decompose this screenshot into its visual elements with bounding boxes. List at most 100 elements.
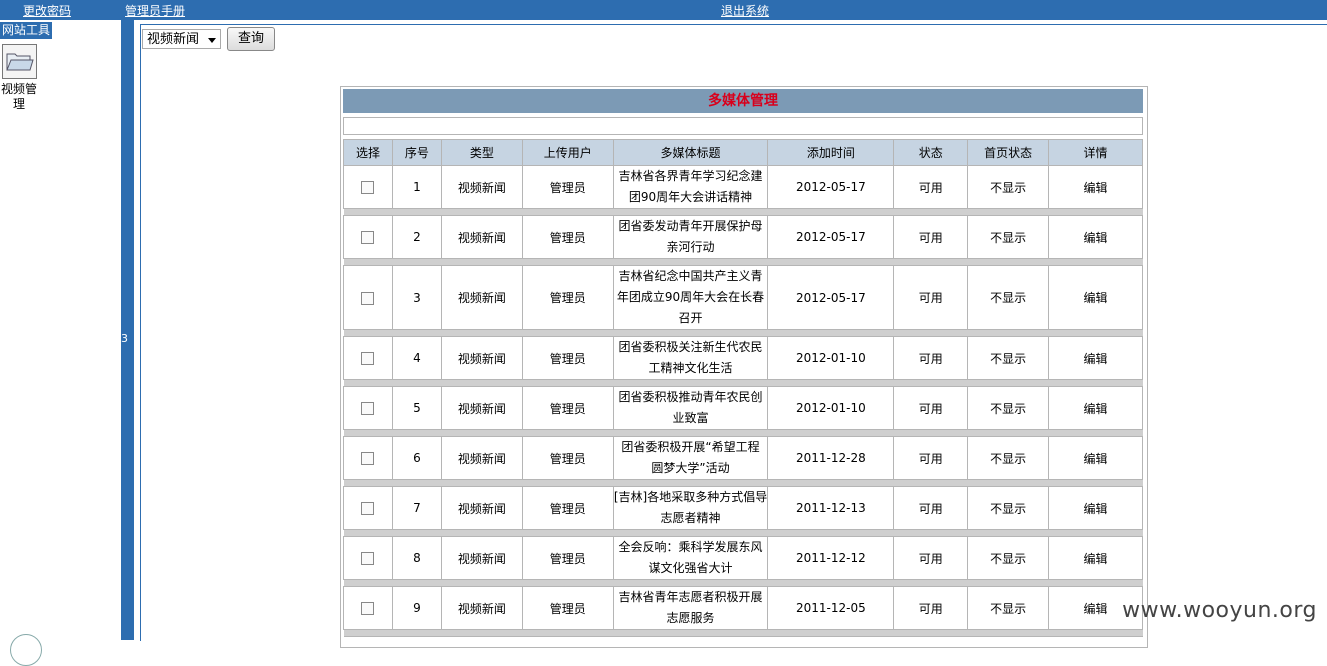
row-checkbox[interactable] xyxy=(361,502,375,515)
row-separator-cell xyxy=(343,479,1143,487)
row-separator xyxy=(343,529,1143,537)
row-title-line: 亲河行动 xyxy=(666,240,715,254)
row-type: 视频新闻 xyxy=(440,536,523,580)
row-title-line: 业致富 xyxy=(672,411,709,425)
row-title-line: 团90周年大会讲话精神 xyxy=(628,190,753,204)
row-home-status: 不显示 xyxy=(967,165,1050,209)
row-uploader: 管理员 xyxy=(521,165,614,209)
row-edit-link[interactable]: 编辑 xyxy=(1048,215,1143,259)
row-uploader: 管理员 xyxy=(521,265,614,330)
row-home-status: 不显示 xyxy=(967,215,1050,259)
row-date: 2011-12-05 xyxy=(767,586,895,630)
row-checkbox[interactable] xyxy=(361,552,375,565)
row-status: 可用 xyxy=(893,215,969,259)
video-manage-label[interactable]: 视频管理 xyxy=(0,82,38,112)
table-row: 5 视频新闻 管理员 团省委积极推动青年农民创 业致富 2012-01-10 可用 不显示 编辑 xyxy=(343,386,1143,430)
row-title-line: 团省委积极关注新生代农民 xyxy=(618,340,763,354)
row-edit-link[interactable]: 编辑 xyxy=(1048,386,1143,430)
row-separator-cell xyxy=(343,379,1143,387)
row-edit-link[interactable]: 编辑 xyxy=(1048,486,1143,530)
category-select[interactable]: 视频新闻 xyxy=(142,29,221,49)
panel-blank-row xyxy=(343,117,1143,135)
row-number: 4 xyxy=(391,336,442,380)
row-number: 9 xyxy=(391,586,442,630)
header-number: 序号 xyxy=(391,139,442,166)
row-title: 全会反响：乘科学发展东风 谋文化强省大计 xyxy=(612,536,769,580)
row-number: 6 xyxy=(391,436,442,480)
multimedia-table: 选择 序号 类型 上传用户 多媒体标题 添加时间 状态 首页状态 详情 1 视频新… xyxy=(343,139,1143,637)
row-uploader: 管理员 xyxy=(521,336,614,380)
table-row: 7 视频新闻 管理员 [吉林]各地采取多种方式倡导 志愿者精神 2011-12-13 可用不… xyxy=(343,486,1143,530)
folder-icon[interactable] xyxy=(2,44,37,79)
row-select-cell xyxy=(343,586,393,630)
row-type: 视频新闻 xyxy=(440,486,523,530)
header-uploader: 上传用户 xyxy=(521,139,614,166)
row-status: 可用 xyxy=(893,336,969,380)
row-status: 可用 xyxy=(893,386,969,430)
row-status: 可用 xyxy=(893,536,969,580)
frame-divider[interactable]: 3 xyxy=(121,20,134,640)
row-edit-link[interactable]: 编辑 xyxy=(1048,536,1143,580)
row-number: 5 xyxy=(391,386,442,430)
row-select-cell xyxy=(343,536,393,580)
row-edit-link[interactable]: 编辑 xyxy=(1048,265,1143,330)
divider-label: 3 xyxy=(121,332,128,345)
row-separator xyxy=(343,579,1143,587)
table-row: 1 视频新闻 管理员 吉林省各界青年学习纪念建 团90周年大会讲话精神 2012-05-1… xyxy=(343,165,1143,209)
row-uploader: 管理员 xyxy=(521,215,614,259)
admin-manual-link[interactable]: 管理员手册 xyxy=(125,4,185,18)
row-status: 可用 xyxy=(893,265,969,330)
row-home-status: 不显示 xyxy=(967,486,1050,530)
row-checkbox[interactable] xyxy=(361,452,375,465)
row-checkbox[interactable] xyxy=(361,231,375,244)
row-select-cell xyxy=(343,265,393,330)
row-separator-cell xyxy=(343,208,1143,216)
row-edit-link[interactable]: 编辑 xyxy=(1048,336,1143,380)
header-date: 添加时间 xyxy=(767,139,895,166)
top-nav-bar: 更改密码 管理员手册 退出系统 xyxy=(0,0,1327,20)
panel-title: 多媒体管理 xyxy=(343,89,1143,113)
row-uploader: 管理员 xyxy=(521,386,614,430)
row-type: 视频新闻 xyxy=(440,215,523,259)
row-edit-link[interactable]: 编辑 xyxy=(1048,436,1143,480)
header-type: 类型 xyxy=(440,139,523,166)
row-edit-link[interactable]: 编辑 xyxy=(1048,165,1143,209)
row-home-status: 不显示 xyxy=(967,386,1050,430)
row-checkbox[interactable] xyxy=(361,291,375,305)
row-title: 吉林省纪念中国共产主义青 年团成立90周年大会在长春 召开 xyxy=(612,265,769,330)
chevron-down-icon xyxy=(208,38,216,43)
row-separator xyxy=(343,329,1143,337)
row-separator xyxy=(343,208,1143,216)
row-title: 团省委积极开展“希望工程 圆梦大学”活动 xyxy=(612,436,769,480)
row-checkbox[interactable] xyxy=(361,602,375,615)
circle-icon xyxy=(10,634,42,666)
row-separator-cell xyxy=(343,579,1143,587)
header-home-status: 首页状态 xyxy=(967,139,1050,166)
row-date: 2011-12-12 xyxy=(767,536,895,580)
row-title: 吉林省各界青年学习纪念建 团90周年大会讲话精神 xyxy=(612,165,769,209)
row-date: 2011-12-13 xyxy=(767,486,895,530)
row-title-line: 工精神文化生活 xyxy=(648,361,733,375)
change-password-link[interactable]: 更改密码 xyxy=(23,4,71,18)
row-date: 2012-05-17 xyxy=(767,215,895,259)
row-type: 视频新闻 xyxy=(440,265,523,330)
row-title: 团省委积极关注新生代农民 工精神文化生活 xyxy=(612,336,769,380)
logout-link[interactable]: 退出系统 xyxy=(721,4,769,18)
row-type: 视频新闻 xyxy=(440,436,523,480)
row-checkbox[interactable] xyxy=(361,181,375,194)
row-date: 2012-01-10 xyxy=(767,336,895,380)
row-title: 吉林省青年志愿者积极开展 志愿服务 xyxy=(612,586,769,630)
row-separator xyxy=(343,429,1143,437)
row-title-line: 吉林省各界青年学习纪念建 xyxy=(618,169,763,183)
row-separator-cell xyxy=(343,429,1143,437)
table-header-row: 选择 序号 类型 上传用户 多媒体标题 添加时间 状态 首页状态 详情 xyxy=(343,139,1143,166)
row-separator-cell xyxy=(343,529,1143,537)
row-type: 视频新闻 xyxy=(440,386,523,430)
row-number: 3 xyxy=(391,265,442,330)
row-checkbox[interactable] xyxy=(361,352,375,365)
query-button[interactable]: 查询 xyxy=(227,27,275,51)
row-checkbox[interactable] xyxy=(361,402,375,415)
row-separator-cell xyxy=(343,258,1143,266)
row-uploader: 管理员 xyxy=(521,536,614,580)
row-title: 团省委发动青年开展保护母 亲河行动 xyxy=(612,215,769,259)
